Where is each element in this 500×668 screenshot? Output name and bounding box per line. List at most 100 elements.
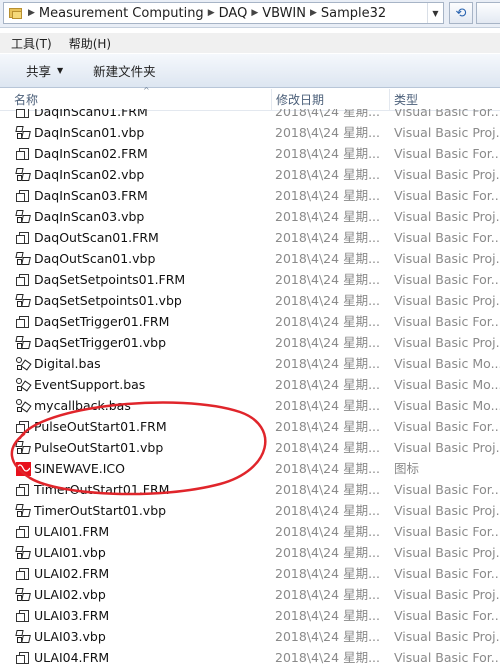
file-row[interactable]: DaqOutScan01.vbp 2018\4\24 星期... Visual Ba… [0, 248, 500, 269]
file-date: 2018\4\24 星期... [275, 293, 380, 308]
file-name[interactable]: DaqSetSetpoints01.vbp [34, 290, 274, 311]
file-row[interactable]: mycallback.bas 2018\4\24 星期... Visual Basi… [0, 395, 500, 416]
refresh-button[interactable]: ⟲ [449, 2, 473, 24]
file-date: 2018\4\24 星期... [275, 167, 380, 182]
file-name[interactable]: ULAI04.FRM [34, 647, 274, 668]
file-name[interactable]: TimerOutStart01.FRM [34, 479, 274, 500]
menu-help[interactable]: 帮助(H) [58, 35, 117, 52]
file-name[interactable]: DaqOutScan01.FRM [34, 227, 274, 248]
file-row[interactable]: DaqInScan01.vbp 2018\4\24 星期... Visual Bas… [0, 122, 500, 143]
column-type-label: 类型 [394, 93, 419, 107]
file-row[interactable]: DaqInScan02.vbp 2018\4\24 星期... Visual Bas… [0, 164, 500, 185]
vbp-file-icon [14, 206, 32, 227]
file-type: Visual Basic Proj... [394, 125, 500, 140]
file-name[interactable]: PulseOutStart01.FRM [34, 416, 274, 437]
file-row[interactable]: DaqSetSetpoints01.vbp 2018\4\24 星期... Visu… [0, 290, 500, 311]
file-name[interactable]: TimerOutStart01.vbp [34, 500, 274, 521]
file-row[interactable]: DaqSetTrigger01.vbp 2018\4\24 星期... Visual… [0, 332, 500, 353]
file-date: 2018\4\24 星期... [275, 377, 380, 392]
sort-ascending-icon: ^ [143, 86, 150, 95]
file-row[interactable]: ULAI02.vbp 2018\4\24 星期... Visual Basic Pr… [0, 584, 500, 605]
vbp-file-icon [14, 437, 32, 458]
breadcrumb-vbwin[interactable]: VBWIN [262, 6, 306, 21]
file-row[interactable]: ULAI02.FRM 2018\4\24 星期... Visual Basic Fo… [0, 563, 500, 584]
file-row[interactable]: EventSupport.bas 2018\4\24 星期... Visual Ba… [0, 374, 500, 395]
menu-tools[interactable]: 工具(T) [0, 35, 58, 52]
column-header-date[interactable]: 修改日期 [271, 89, 388, 111]
file-type: Visual Basic Proj... [394, 545, 500, 560]
file-type: Visual Basic Proj... [394, 503, 500, 518]
address-box[interactable]: ▶ Measurement Computing ▶ DAQ ▶ VBWIN ▶ … [3, 2, 444, 24]
file-name[interactable]: ULAI02.FRM [34, 563, 274, 584]
file-name[interactable]: ULAI01.vbp [34, 542, 274, 563]
file-row[interactable]: PulseOutStart01.FRM 2018\4\24 星期... Visual… [0, 416, 500, 437]
share-button[interactable]: 共享 ▼ [26, 61, 63, 80]
file-name[interactable]: PulseOutStart01.vbp [34, 437, 274, 458]
file-name[interactable]: DaqInScan02.FRM [34, 143, 274, 164]
file-name[interactable]: ULAI01.FRM [34, 521, 274, 542]
file-name[interactable]: DaqInScan02.vbp [34, 164, 274, 185]
column-header-name[interactable]: 名称 ^ [10, 86, 270, 111]
chevron-right-icon[interactable]: ▶ [204, 8, 219, 18]
breadcrumb-sample32[interactable]: Sample32 [321, 6, 386, 21]
file-name[interactable]: DaqInScan01.FRM [34, 109, 274, 122]
file-row[interactable]: DaqSetTrigger01.FRM 2018\4\24 星期... Visual… [0, 311, 500, 332]
file-row[interactable]: DaqSetSetpoints01.FRM 2018\4\24 星期... Visu… [0, 269, 500, 290]
file-row[interactable]: TimerOutStart01.vbp 2018\4\24 星期... Visual… [0, 500, 500, 521]
file-type: 图标 [394, 461, 420, 476]
chevron-right-icon[interactable]: ▶ [306, 8, 321, 18]
address-dropdown-icon[interactable]: ▼ [427, 3, 443, 23]
file-date: 2018\4\24 星期... [275, 629, 380, 644]
file-row[interactable]: TimerOutStart01.FRM 2018\4\24 星期... Visual… [0, 479, 500, 500]
file-name[interactable]: DaqInScan03.vbp [34, 206, 274, 227]
file-row[interactable]: DaqOutScan01.FRM 2018\4\24 星期... Visual Ba… [0, 227, 500, 248]
file-name[interactable]: EventSupport.bas [34, 374, 274, 395]
frm-file-icon [14, 521, 32, 542]
file-name[interactable]: DaqInScan01.vbp [34, 122, 274, 143]
file-name[interactable]: ULAI02.vbp [34, 584, 274, 605]
file-list[interactable]: DaqInScan01.FRM 2018\4\24 星期... Visual Bas… [0, 109, 500, 668]
file-row[interactable]: SINEWAVE.ICO 2018\4\24 星期... 图标 [0, 458, 500, 479]
new-folder-button[interactable]: 新建文件夹 [93, 61, 156, 80]
file-name[interactable]: mycallback.bas [34, 395, 274, 416]
breadcrumb-measurement-computing[interactable]: Measurement Computing [39, 6, 204, 21]
file-row[interactable]: Digital.bas 2018\4\24 星期... Visual Basic M… [0, 353, 500, 374]
file-row[interactable]: PulseOutStart01.vbp 2018\4\24 星期... Visual… [0, 437, 500, 458]
file-row[interactable]: ULAI01.FRM 2018\4\24 星期... Visual Basic Fo… [0, 521, 500, 542]
bas-file-icon [14, 395, 32, 416]
file-row[interactable]: ULAI03.FRM 2018\4\24 星期... Visual Basic Fo… [0, 605, 500, 626]
file-row[interactable]: DaqInScan02.FRM 2018\4\24 星期... Visual Bas… [0, 143, 500, 164]
file-row[interactable]: ULAI04.FRM 2018\4\24 星期... Visual Basic Fo… [0, 647, 500, 668]
file-type: Visual Basic Proj... [394, 440, 500, 455]
file-name[interactable]: Digital.bas [34, 353, 274, 374]
breadcrumb-daq[interactable]: DAQ [219, 6, 248, 21]
file-name[interactable]: ULAI03.FRM [34, 605, 274, 626]
file-row[interactable]: DaqInScan03.vbp 2018\4\24 星期... Visual Bas… [0, 206, 500, 227]
vbp-file-icon [14, 332, 32, 353]
file-name[interactable]: DaqInScan03.FRM [34, 185, 274, 206]
file-type: Visual Basic Proj... [394, 167, 500, 182]
file-name[interactable]: DaqSetSetpoints01.FRM [34, 269, 274, 290]
address-bar: ▶ Measurement Computing ▶ DAQ ▶ VBWIN ▶ … [0, 0, 500, 28]
file-row[interactable]: DaqInScan03.FRM 2018\4\24 星期... Visual Bas… [0, 185, 500, 206]
column-name-label: 名称 [14, 93, 39, 107]
file-row[interactable]: DaqInScan01.FRM 2018\4\24 星期... Visual Bas… [0, 109, 500, 122]
file-row[interactable]: ULAI01.vbp 2018\4\24 星期... Visual Basic Pr… [0, 542, 500, 563]
file-type: Visual Basic For... [394, 230, 500, 245]
nav-button[interactable] [476, 2, 500, 24]
file-name[interactable]: ULAI03.vbp [34, 626, 274, 647]
chevron-right-icon[interactable]: ▶ [247, 8, 262, 18]
chevron-down-icon: ▼ [57, 66, 64, 75]
file-type: Visual Basic For... [394, 314, 500, 329]
file-type: Visual Basic Proj... [394, 629, 500, 644]
file-type: Visual Basic Proj... [394, 251, 500, 266]
file-row[interactable]: ULAI03.vbp 2018\4\24 星期... Visual Basic Pr… [0, 626, 500, 647]
file-name[interactable]: DaqSetTrigger01.vbp [34, 332, 274, 353]
column-header-type[interactable]: 类型 [389, 89, 500, 111]
file-name[interactable]: DaqSetTrigger01.FRM [34, 311, 274, 332]
frm-file-icon [14, 563, 32, 584]
chevron-right-icon[interactable]: ▶ [24, 8, 39, 18]
file-name[interactable]: DaqOutScan01.vbp [34, 248, 274, 269]
file-name[interactable]: SINEWAVE.ICO [34, 458, 274, 479]
file-type: Visual Basic For... [394, 650, 500, 665]
